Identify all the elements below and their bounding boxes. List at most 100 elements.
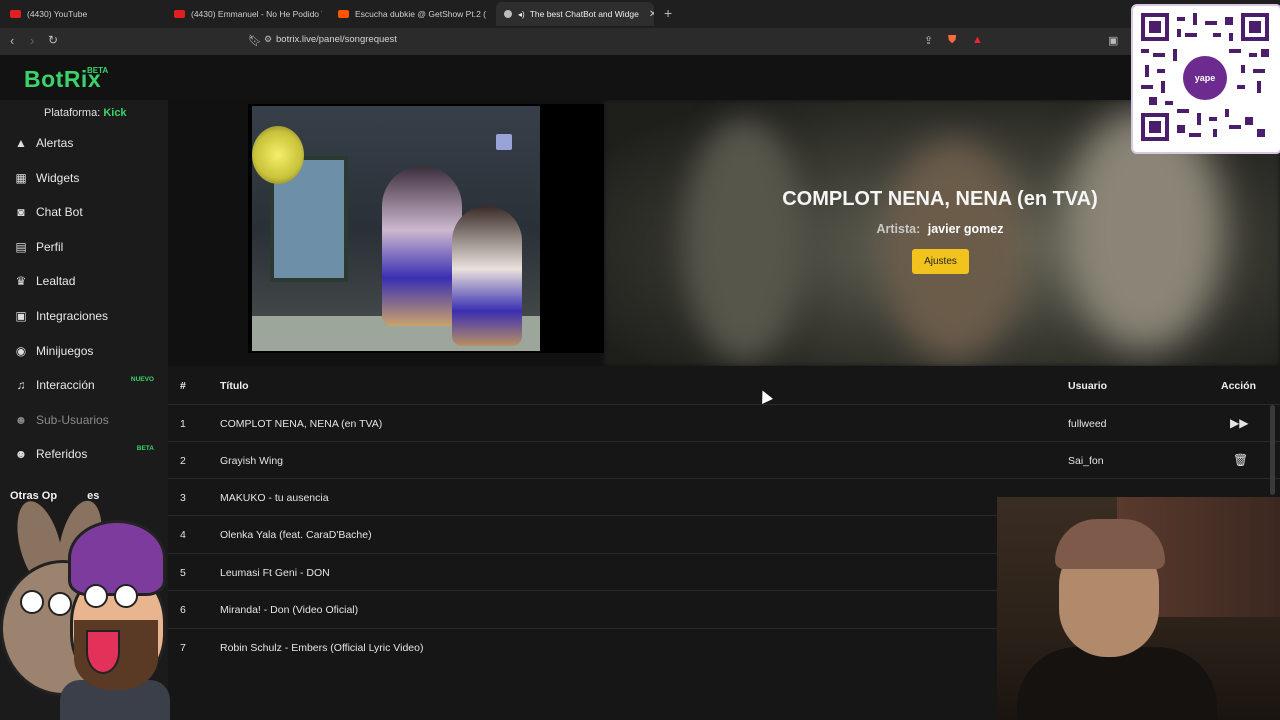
now-playing-artist: Artista: javier gomez <box>740 222 1140 236</box>
row-title: Robin Schulz - Embers (Official Lyric Vi… <box>220 642 424 654</box>
sidebar-item-label: Minijuegos <box>36 344 94 358</box>
row-title: Leumasi Ft Geni - DON <box>220 567 330 579</box>
settings-button[interactable]: Ajustes <box>912 249 969 274</box>
column-header-number: # <box>180 380 186 392</box>
row-number: 7 <box>180 642 186 654</box>
share-icon[interactable]: ⇪ <box>924 34 933 47</box>
url-input[interactable]: botrix.live/panel/songrequest <box>276 34 397 45</box>
row-title: MAKUKO - tu ausencia <box>220 492 329 504</box>
brave-shield-icon[interactable]: ⛊ <box>948 34 956 47</box>
address-bar: ‹ › ↻ 🔖︎ ⚙︎ botrix.live/panel/songreques… <box>0 28 1280 55</box>
row-number: 5 <box>180 567 186 579</box>
logo-beta-badge: BETA <box>87 66 109 75</box>
back-icon[interactable]: ‹ <box>10 33 14 48</box>
sidebar-item-perfil[interactable]: ▤ Perfil <box>14 236 164 258</box>
row-title: Miranda! - Don (Video Oficial) <box>220 604 359 616</box>
row-user: fullweed <box>1068 418 1107 430</box>
users-icon: ☻ <box>14 413 28 427</box>
video-frame <box>252 106 540 351</box>
sidebar-toggle-icon[interactable]: ▣ <box>1108 34 1118 47</box>
sidebar-item-label: Referidos <box>36 447 88 461</box>
grid-icon: ▦ <box>15 171 27 185</box>
sidebar-item-widgets[interactable]: ▦ Widgets <box>14 167 164 189</box>
soundcloud-icon <box>338 10 349 18</box>
sidebar-item-label: Alertas <box>36 136 74 150</box>
sidebar-item-interaccion[interactable]: ♫ Interacción NUEVO <box>14 374 164 396</box>
platform-indicator: Plataforma: Kick <box>44 107 127 119</box>
channel-logo-icon <box>496 134 512 150</box>
server-icon: ▣ <box>15 309 27 323</box>
close-tab-icon[interactable]: ✕ <box>649 9 654 20</box>
browser-tab-bar: (4430) YouTube (4430) Emmanuel - No He P… <box>0 0 1280 28</box>
tab-title: (4430) YouTube <box>27 9 88 19</box>
sidebar-item-label: Integraciones <box>36 309 109 323</box>
row-title: Olenka Yala (feat. CaraD'Bache) <box>220 529 372 541</box>
app-header <box>0 55 1280 100</box>
tab-title: (4430) Emmanuel - No He Podido Ve <box>191 9 322 19</box>
platform-value: Kick <box>103 107 127 119</box>
row-user: Sai_fon <box>1068 455 1104 467</box>
sidebar-item-label: Perfil <box>36 240 64 254</box>
users-icon: ☻ <box>14 447 28 461</box>
row-number: 4 <box>180 529 186 541</box>
tab-title: The best ChatBot and Widge <box>529 9 639 19</box>
sidebar-item-label: Sub-Usuarios <box>36 413 109 427</box>
skip-icon[interactable]: ▶▶ <box>1230 416 1248 430</box>
column-header-title: Título <box>220 380 249 392</box>
youtube-icon <box>10 10 21 18</box>
artist-label: Artista: <box>876 222 921 236</box>
platform-label: Plataforma: <box>44 107 101 119</box>
trophy-icon: ♛ <box>15 274 27 288</box>
music-icon: ♫ <box>16 378 26 392</box>
row-number: 3 <box>180 492 186 504</box>
browser-tab-botrix[interactable]: ◂) The best ChatBot and Widge ✕ <box>496 2 654 26</box>
sidebar-item-label: Lealtad <box>36 274 76 288</box>
gamepad-icon: ◉ <box>15 344 27 358</box>
new-tab-icon[interactable]: + <box>664 5 672 21</box>
sidebar-item-label: Widgets <box>36 171 80 185</box>
mascot-overlay <box>0 500 170 720</box>
site-settings-icon[interactable]: ⚙︎ <box>264 34 272 45</box>
column-header-user: Usuario <box>1068 380 1108 392</box>
browser-tab-soundcloud[interactable]: Escucha dubkie @ GetShow Pt.2 (20 <box>338 4 486 24</box>
row-number: 6 <box>180 604 186 616</box>
sidebar-item-label: Chat Bot <box>36 205 83 219</box>
sidebar-item-integraciones[interactable]: ▣ Integraciones <box>14 305 164 327</box>
trash-icon[interactable]: 🗑︎ <box>1233 453 1248 467</box>
sidebar-item-label: Interacción <box>36 378 95 392</box>
table-scrollbar[interactable] <box>1270 405 1275 495</box>
reload-icon[interactable]: ↻ <box>48 33 58 47</box>
artist-value: javier gomez <box>927 222 1004 236</box>
row-title: Grayish Wing <box>220 455 284 467</box>
robot-icon: ◙ <box>17 205 25 219</box>
speaker-icon: ◂) <box>518 9 525 19</box>
row-title: COMPLOT NENA, NENA (en TVA) <box>220 418 383 430</box>
sidebar-item-referidos[interactable]: ☻ Referidos BETA <box>14 443 164 465</box>
yape-logo: yape <box>1183 56 1227 100</box>
table-row: 1 COMPLOT NENA, NENA (en TVA) fullweed ▶… <box>168 404 1280 442</box>
browser-tab-youtube[interactable]: (4430) YouTube <box>10 4 170 24</box>
new-badge: NUEVO <box>130 376 154 383</box>
sidebar-item-alertas[interactable]: ▲ Alertas <box>14 132 164 154</box>
video-player[interactable] <box>248 104 604 353</box>
bookmark-icon[interactable]: 🔖︎ <box>248 34 262 47</box>
rewards-icon[interactable]: ▲ <box>972 34 983 46</box>
now-playing-title: COMPLOT NENA, NENA (en TVA) <box>782 188 1098 210</box>
youtube-icon <box>174 10 185 18</box>
column-header-action: Acción <box>1221 380 1257 392</box>
row-number: 1 <box>180 418 186 430</box>
browser-tab-video[interactable]: (4430) Emmanuel - No He Podido Ve <box>174 4 322 24</box>
bell-icon: ▲ <box>15 136 27 150</box>
beta-badge: BETA <box>136 445 154 452</box>
sidebar-item-lealtad[interactable]: ♛ Lealtad <box>14 270 164 292</box>
profile-icon: ▤ <box>15 240 27 254</box>
row-number: 2 <box>180 455 186 467</box>
sidebar-item-minijuegos[interactable]: ◉ Minijuegos <box>14 340 164 362</box>
forward-icon[interactable]: › <box>30 33 34 48</box>
botrix-favicon-icon <box>504 10 512 18</box>
qr-code-overlay: yape <box>1131 4 1280 154</box>
sidebar-item-sub-usuarios[interactable]: ☻ Sub-Usuarios <box>14 409 164 431</box>
sidebar-item-chat-bot[interactable]: ◙ Chat Bot <box>14 201 164 223</box>
tab-title: Escucha dubkie @ GetShow Pt.2 (20 <box>355 9 486 19</box>
webcam-overlay <box>997 497 1280 720</box>
